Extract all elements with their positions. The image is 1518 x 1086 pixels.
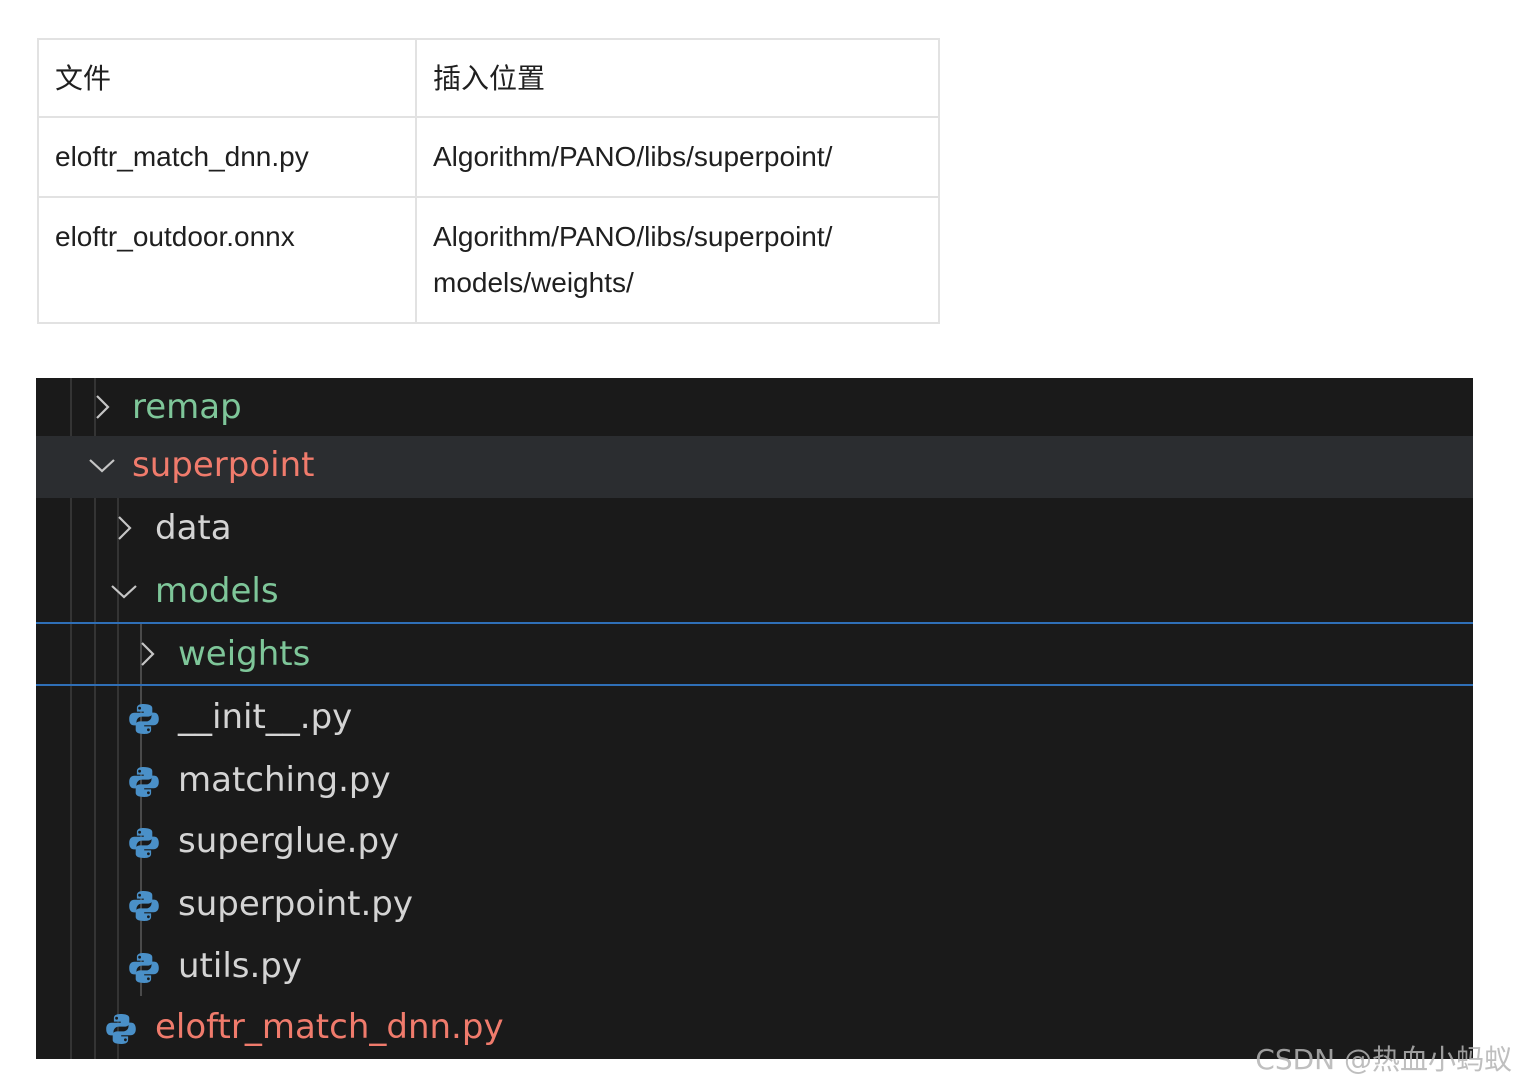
tree-item-superpoint-py[interactable]: superpoint.py — [36, 875, 1473, 937]
tree-item-label: data — [155, 508, 232, 548]
tree-item-label: matching.py — [178, 760, 391, 800]
tree-item-label: superpoint — [132, 445, 315, 485]
table-row: eloftr_match_dnn.py Algorithm/PANO/libs/… — [37, 116, 940, 198]
chevron-right-icon[interactable] — [108, 512, 140, 544]
tree-item-label: superglue.py — [178, 821, 400, 861]
tree-item-label: models — [155, 571, 279, 611]
table-row: eloftr_outdoor.onnx Algorithm/PANO/libs/… — [37, 196, 940, 324]
location-line: Algorithm/PANO/libs/superpoint/ — [433, 221, 833, 252]
cell-location: Algorithm/PANO/libs/superpoint/ — [415, 116, 940, 198]
tree-item-superglue-py[interactable]: superglue.py — [36, 812, 1473, 874]
cell-file: eloftr_outdoor.onnx — [37, 196, 417, 324]
location-line: Algorithm/PANO/libs/superpoint/ — [433, 141, 833, 172]
python-icon — [106, 1014, 136, 1044]
python-icon — [129, 704, 159, 734]
location-line: models/weights/ — [433, 267, 634, 298]
python-icon — [129, 953, 159, 983]
cell-location: Algorithm/PANO/libs/superpoint/ models/w… — [415, 196, 940, 324]
tree-item-models[interactable]: models — [36, 562, 1473, 624]
tree-item-matching-py[interactable]: matching.py — [36, 751, 1473, 813]
tree-item-label: __init__.py — [178, 697, 353, 737]
header-file: 文件 — [37, 38, 417, 118]
tree-item-label: weights — [178, 634, 311, 674]
chevron-right-icon[interactable] — [86, 391, 118, 423]
tree-item-data[interactable]: data — [36, 499, 1473, 561]
tree-item-weights[interactable]: weights — [36, 622, 1473, 686]
header-location: 插入位置 — [415, 38, 940, 118]
tree-item-label: superpoint.py — [178, 884, 413, 924]
file-explorer: remap superpoint data models weights __i… — [36, 378, 1473, 1059]
chevron-down-icon[interactable] — [86, 449, 118, 481]
chevron-down-icon[interactable] — [108, 575, 140, 607]
tree-item-superpoint[interactable]: superpoint — [36, 436, 1473, 498]
tree-item-init-py[interactable]: __init__.py — [36, 688, 1473, 750]
tree-item-label: eloftr_match_dnn.py — [155, 1007, 504, 1047]
tree-item-label: remap — [132, 387, 242, 427]
tree-item-remap[interactable]: remap — [36, 378, 1473, 440]
watermark: CSDN @热血小蚂蚁 — [1255, 1043, 1512, 1076]
python-icon — [129, 767, 159, 797]
table-header-row: 文件 插入位置 — [37, 38, 940, 118]
file-location-table: 文件 插入位置 eloftr_match_dnn.py Algorithm/PA… — [37, 38, 940, 324]
tree-item-utils-py[interactable]: utils.py — [36, 937, 1473, 999]
python-icon — [129, 828, 159, 858]
cell-file: eloftr_match_dnn.py — [37, 116, 417, 198]
chevron-right-icon[interactable] — [131, 638, 163, 670]
tree-item-label: utils.py — [178, 946, 302, 986]
python-icon — [129, 891, 159, 921]
